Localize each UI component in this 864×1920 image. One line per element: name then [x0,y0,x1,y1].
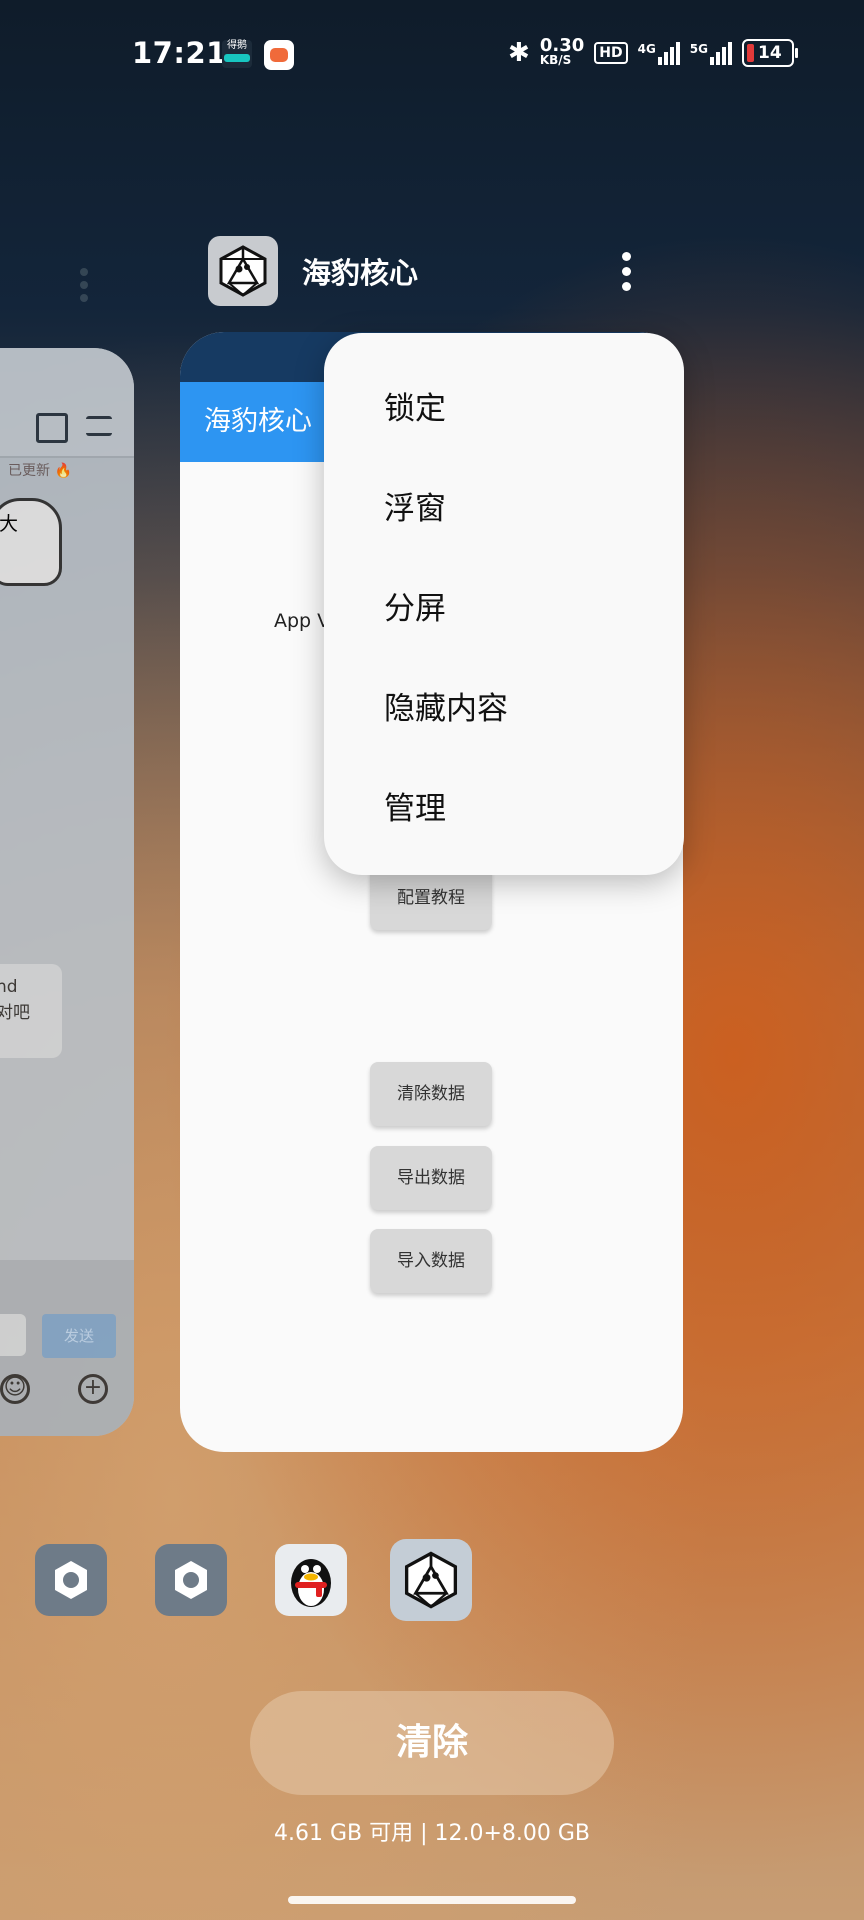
export-data-button[interactable]: 导出数据 [370,1146,492,1210]
left-app-card[interactable]: 已更新 🔥 大 nd 对吧 发送 ☺ + [0,348,134,1436]
battery-icon: 14 [742,39,798,67]
signal-5g-icon: 5G [689,41,732,65]
menu-icon[interactable] [86,416,112,436]
edit-icon[interactable] [36,413,68,443]
left-card-toolbar [0,348,134,458]
net1-label: 4G [637,41,656,56]
d20-dice-icon [404,1551,458,1609]
message-input[interactable] [0,1314,26,1356]
menu-item-split[interactable]: 分屏 [384,583,446,628]
network-speed: 0.30 KB/S [539,35,585,68]
app-version-label: App V [274,610,331,632]
config-tutorial-button[interactable]: 配置教程 [370,866,492,930]
bubble-line-2: 对吧 [0,1003,30,1023]
import-data-button[interactable]: 导入数据 [370,1229,492,1293]
speed-value: 0.30 [539,35,585,56]
memory-info: 4.61 GB 可用 | 12.0+8.00 GB [273,1821,591,1846]
qq-penguin-icon [291,1559,331,1607]
sticker-text: 大 [0,513,19,535]
more-options-icon[interactable] [622,252,632,297]
status-bar: 17:21 得鹅 ✱ 0.30 KB/S HD 4G 5G 14 [0,0,864,110]
recent-app-header[interactable]: 海豹核心 [208,236,418,306]
notification-app-icon: 得鹅 [222,40,252,68]
chat-bubble: nd 对吧 [0,964,62,1058]
status-icons: ✱ 0.30 KB/S HD 4G 5G 14 [508,35,798,68]
net2-label: 5G [689,41,708,56]
menu-item-lock[interactable]: 锁定 [384,383,446,428]
d20-dice-icon [208,236,278,306]
settings-icon [55,1561,87,1599]
recent-seal-core[interactable] [390,1539,472,1621]
battery-level: 14 [758,43,782,63]
status-time: 17:21 [132,36,227,70]
add-icon[interactable]: + [78,1374,108,1404]
menu-item-float[interactable]: 浮窗 [384,483,446,528]
emoji-icon[interactable]: ☺ [0,1374,30,1404]
update-text: 已更新 [8,463,50,479]
bluetooth-icon: ✱ [508,38,530,68]
update-notice: 已更新 🔥 [8,463,72,479]
signal-4g-icon: 4G [637,41,680,65]
recent-settings-2[interactable] [155,1544,227,1616]
hd-voice-icon: HD [594,42,628,64]
bubble-line-1: nd [0,977,18,997]
settings-icon [175,1561,207,1599]
cat-sticker: 大 [0,498,62,586]
clear-all-button[interactable]: 清除 [250,1691,614,1795]
speed-unit: KB/S [539,53,572,67]
recent-app-menu: 锁定 浮窗 分屏 隐藏内容 管理 [324,333,684,875]
notification-app-label: 得鹅 [227,40,247,51]
home-indicator[interactable] [288,1896,576,1904]
recent-qq[interactable] [275,1544,347,1616]
menu-item-manage[interactable]: 管理 [384,783,446,828]
recent-settings-1[interactable] [35,1544,107,1616]
menu-item-hide[interactable]: 隐藏内容 [384,683,508,728]
left-card-more-icon[interactable] [80,268,88,307]
send-button[interactable]: 发送 [42,1314,116,1358]
game-notification-icon [264,40,294,70]
recent-app-title: 海豹核心 [302,256,419,290]
clear-data-button[interactable]: 清除数据 [370,1062,492,1126]
